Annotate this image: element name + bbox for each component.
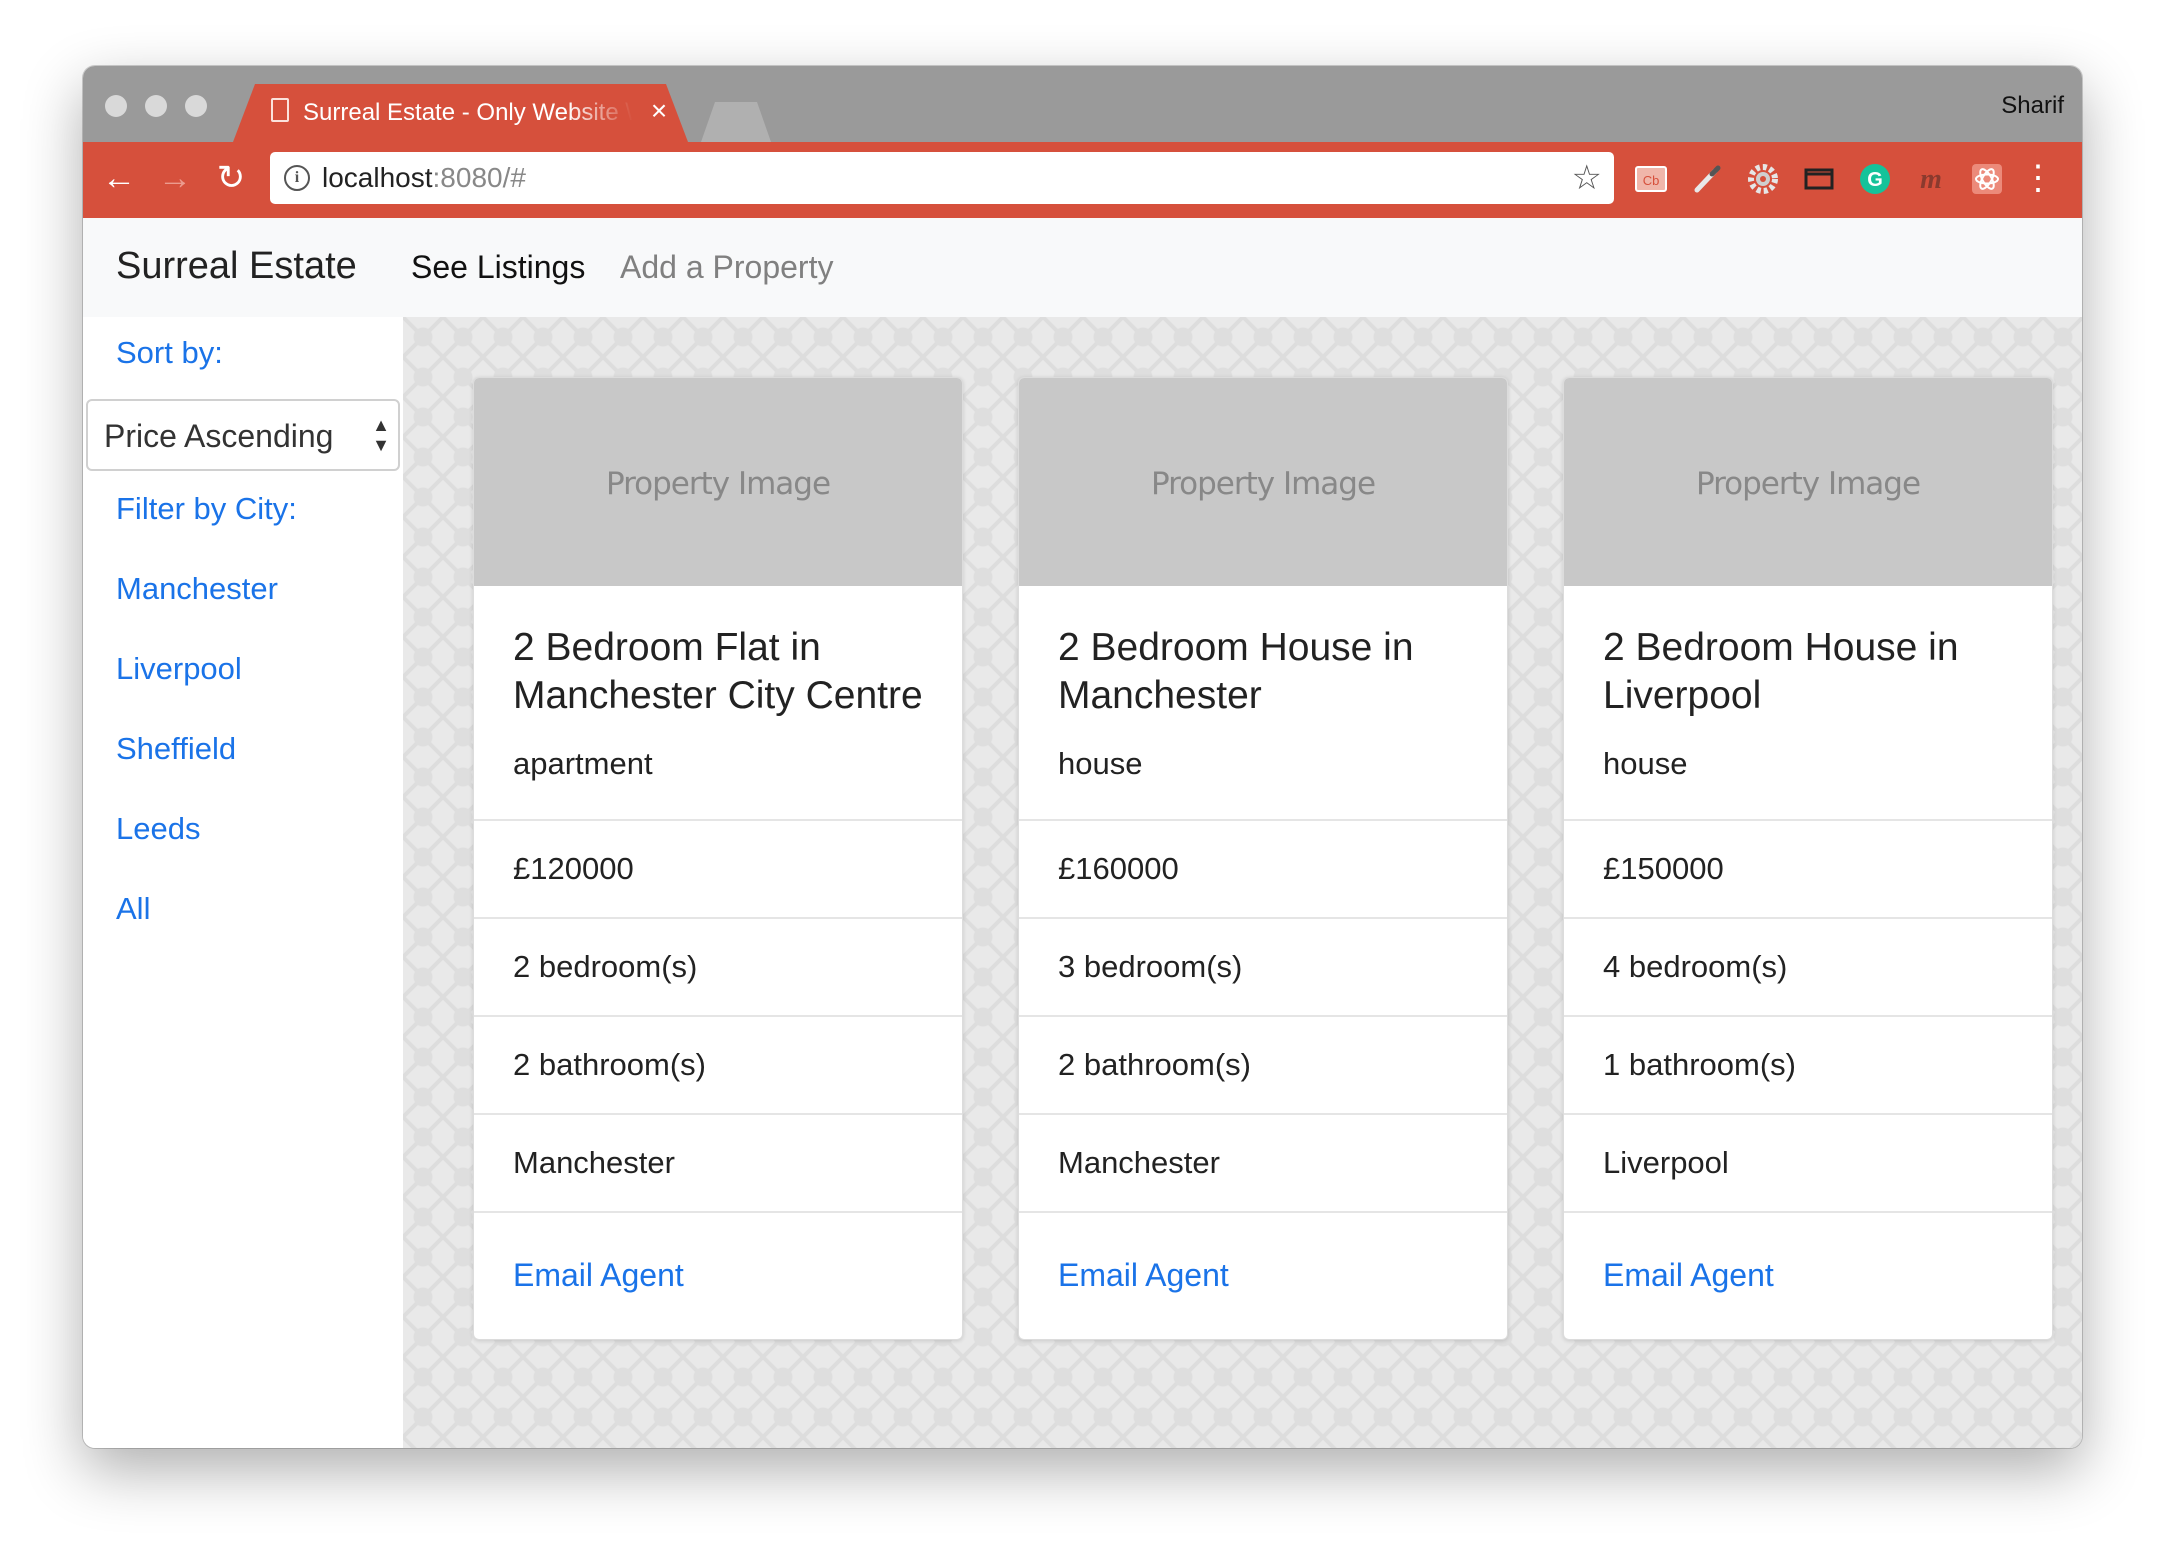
- property-type: house: [1058, 746, 1143, 781]
- brand-link[interactable]: Surreal Estate: [116, 244, 357, 288]
- property-bedrooms: 2 bedroom(s): [474, 917, 962, 1015]
- property-image-placeholder: Property Image: [1564, 378, 2052, 586]
- maximize-window-button[interactable]: [185, 95, 207, 117]
- property-type: apartment: [513, 746, 653, 781]
- email-agent-link[interactable]: Email Agent: [1019, 1211, 1507, 1339]
- property-price: £150000: [1564, 819, 2052, 917]
- svg-text:G: G: [1867, 169, 1883, 191]
- url-host: localhost: [322, 162, 433, 193]
- back-icon[interactable]: ←: [97, 156, 141, 200]
- sort-label: Sort by:: [116, 335, 223, 370]
- grammarly-icon[interactable]: G: [1858, 162, 1892, 196]
- reload-icon[interactable]: ↻: [209, 156, 253, 200]
- address-bar[interactable]: i localhost:8080/# ☆: [270, 152, 1614, 204]
- property-city: Manchester: [1019, 1113, 1507, 1211]
- browser-menu-icon[interactable]: ⋮: [2021, 156, 2055, 200]
- eyedropper-icon[interactable]: [1690, 162, 1724, 196]
- filter-city-label: Filter by City:: [116, 491, 297, 526]
- property-price: £160000: [1019, 819, 1507, 917]
- url-path: :8080/#: [432, 162, 526, 193]
- new-tab-button[interactable]: [701, 102, 771, 142]
- property-title: 2 Bedroom House in Liverpool: [1603, 626, 1959, 717]
- city-link-leeds[interactable]: Leeds: [116, 811, 200, 847]
- site-info-icon[interactable]: i: [284, 165, 310, 191]
- city-link-all[interactable]: All: [116, 891, 150, 927]
- window-icon[interactable]: [1802, 162, 1836, 196]
- select-arrows-icon: ▲ ▼: [372, 415, 390, 455]
- card-body: 2 Bedroom Flat in Manchester City Centre…: [474, 586, 962, 819]
- browser-window: Surreal Estate - Only Website \ × Sharif…: [83, 66, 2082, 1448]
- city-link-sheffield[interactable]: Sheffield: [116, 731, 236, 767]
- property-city: Liverpool: [1564, 1113, 2052, 1211]
- listings-area: Property Image 2 Bedroom Flat in Manches…: [403, 317, 2082, 1448]
- sidebar: Sort by: Price Ascending ▲ ▼ Filter by Ci…: [83, 317, 403, 1448]
- property-image-placeholder: Property Image: [1019, 378, 1507, 586]
- property-card: Property Image 2 Bedroom Flat in Manches…: [473, 377, 963, 1340]
- close-window-button[interactable]: [105, 95, 127, 117]
- email-agent-link[interactable]: Email Agent: [1564, 1211, 2052, 1339]
- property-bathrooms: 2 bathroom(s): [474, 1015, 962, 1113]
- property-bedrooms: 3 bedroom(s): [1019, 917, 1507, 1015]
- tab-strip: Surreal Estate - Only Website \ × Sharif: [83, 66, 2082, 142]
- card-body: 2 Bedroom House in Manchester house: [1019, 586, 1507, 819]
- property-image-label: Property Image: [1150, 466, 1376, 502]
- card-body: 2 Bedroom House in Liverpool house: [1564, 586, 2052, 819]
- profile-name[interactable]: Sharif: [2001, 92, 2064, 120]
- gear-icon[interactable]: [1746, 162, 1780, 196]
- cb-extension-icon[interactable]: Cb: [1634, 162, 1668, 196]
- tab-close-icon[interactable]: ×: [645, 96, 673, 126]
- property-bathrooms: 2 bathroom(s): [1019, 1015, 1507, 1113]
- tab-title: Surreal Estate - Only Website \: [303, 99, 633, 126]
- tab-surreal-estate[interactable]: Surreal Estate - Only Website \ ×: [233, 84, 688, 142]
- property-type: house: [1603, 746, 1688, 781]
- property-card: Property Image 2 Bedroom House in Liverp…: [1563, 377, 2053, 1340]
- property-bathrooms: 1 bathroom(s): [1564, 1015, 2052, 1113]
- property-image-placeholder: Property Image: [474, 378, 962, 586]
- minimize-window-button[interactable]: [145, 95, 167, 117]
- email-agent-link[interactable]: Email Agent: [474, 1211, 962, 1339]
- m-extension-icon[interactable]: m: [1914, 162, 1948, 196]
- url-text: localhost:8080/#: [322, 162, 526, 194]
- property-city: Manchester: [474, 1113, 962, 1211]
- bookmark-star-icon[interactable]: ☆: [1572, 158, 1602, 198]
- sort-selected-value: Price Ascending: [104, 418, 334, 454]
- city-link-manchester[interactable]: Manchester: [116, 571, 278, 607]
- sort-select[interactable]: Price Ascending ▲ ▼: [86, 399, 400, 471]
- city-link-liverpool[interactable]: Liverpool: [116, 651, 242, 687]
- page-icon: [271, 98, 289, 122]
- property-price: £120000: [474, 819, 962, 917]
- property-image-label: Property Image: [605, 466, 831, 502]
- app-navbar: Surreal Estate See Listings Add a Proper…: [83, 218, 2082, 317]
- property-bedrooms: 4 bedroom(s): [1564, 917, 2052, 1015]
- property-title: 2 Bedroom House in Manchester: [1058, 626, 1414, 717]
- react-devtools-icon[interactable]: [1970, 162, 2004, 196]
- nav-see-listings[interactable]: See Listings: [411, 248, 585, 286]
- nav-add-property[interactable]: Add a Property: [620, 248, 833, 286]
- property-image-label: Property Image: [1695, 466, 1921, 502]
- svg-text:Cb: Cb: [1643, 173, 1660, 188]
- property-card: Property Image 2 Bedroom House in Manche…: [1018, 377, 1508, 1340]
- property-title: 2 Bedroom Flat in Manchester City Centre: [513, 626, 923, 717]
- browser-toolbar: ← → ↻ i localhost:8080/# ☆ Cb G m ⋮: [83, 142, 2082, 218]
- svg-text:m: m: [1920, 164, 1942, 195]
- forward-icon[interactable]: →: [153, 156, 197, 200]
